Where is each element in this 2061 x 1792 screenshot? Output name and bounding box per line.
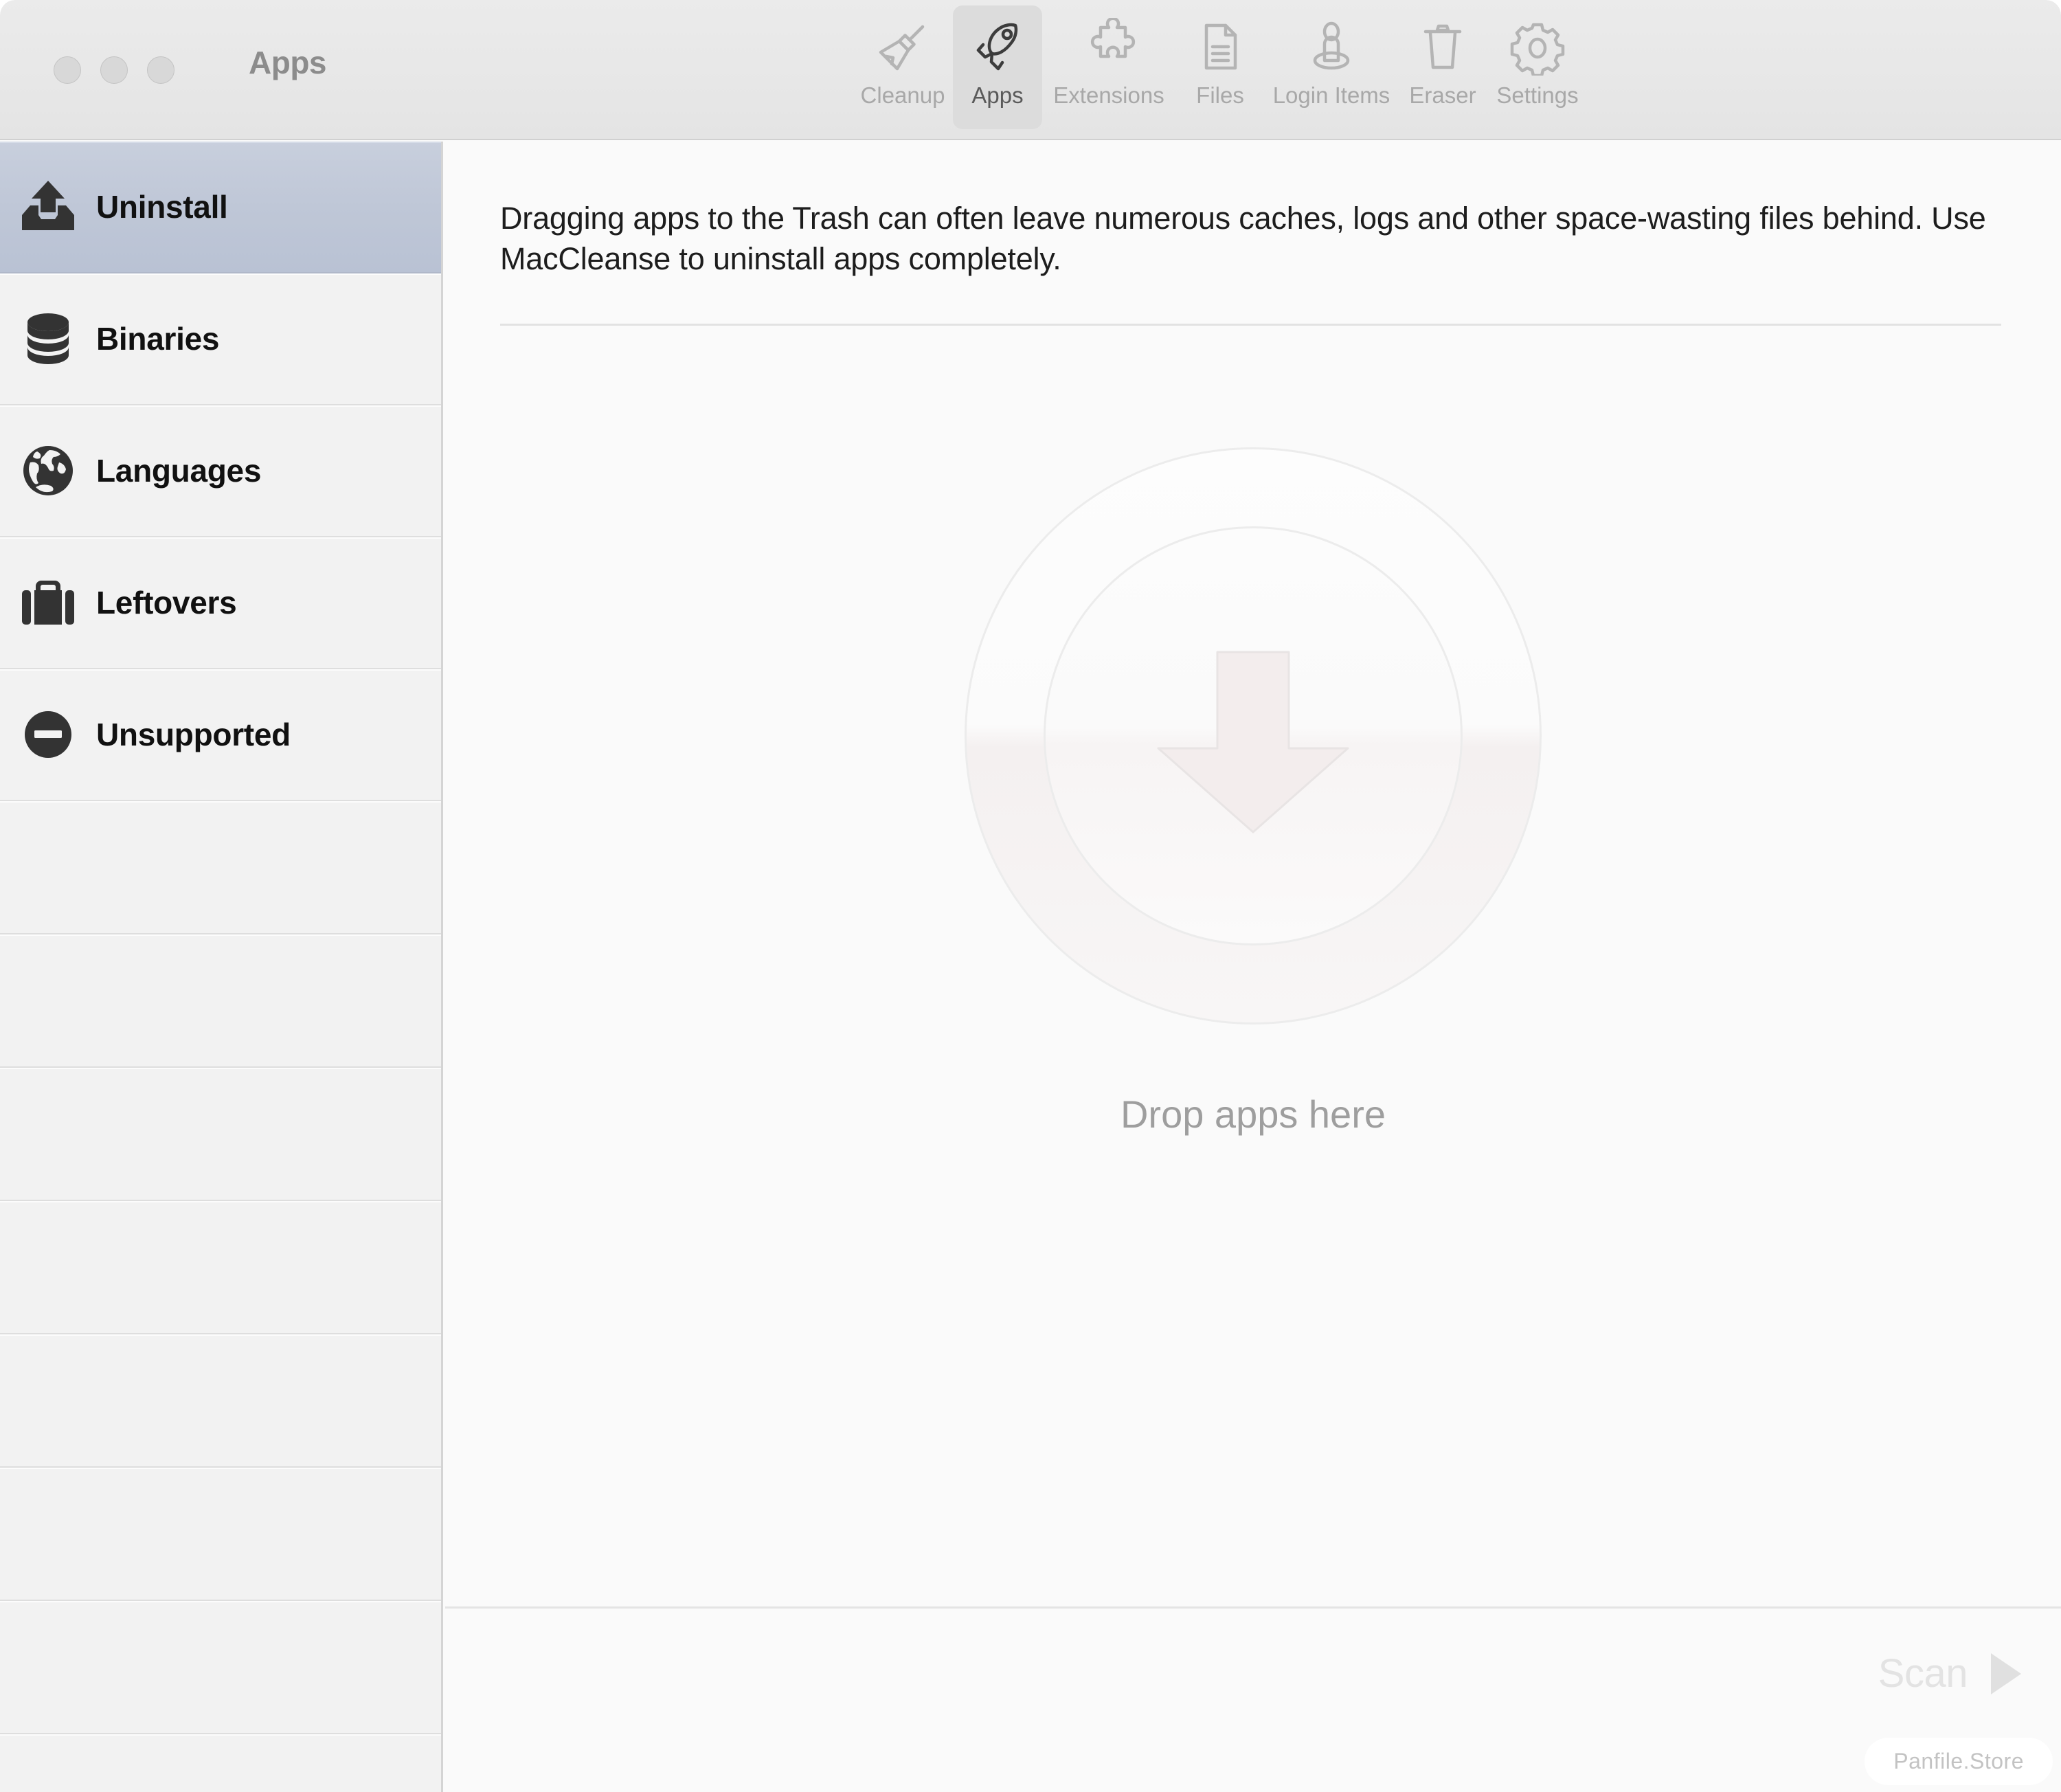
- toolbar-item-settings[interactable]: Settings: [1493, 5, 1582, 129]
- description-text: Dragging apps to the Trash can often lea…: [500, 201, 1986, 277]
- close-button[interactable]: [54, 56, 81, 84]
- trash-icon: [1414, 18, 1472, 76]
- sidebar: Uninstall Binaries Languages Leftovers U…: [0, 142, 443, 1792]
- sidebar-empty-row: [0, 1201, 441, 1334]
- briefcase-icon: [15, 570, 81, 636]
- sidebar-label-unsupported: Unsupported: [96, 717, 291, 752]
- toolbar-item-files[interactable]: Files: [1175, 5, 1265, 129]
- sidebar-item-uninstall[interactable]: Uninstall: [0, 142, 441, 273]
- toolbar-label-eraser: Eraser: [1409, 82, 1476, 108]
- sidebar-label-languages: Languages: [96, 453, 262, 489]
- sidebar-item-binaries[interactable]: Binaries: [0, 273, 441, 405]
- sidebar-empty-row: [0, 1334, 441, 1468]
- gear-icon: [1509, 18, 1566, 76]
- down-arrow-icon: [1157, 651, 1349, 833]
- sidebar-label-leftovers: Leftovers: [96, 585, 237, 620]
- sidebar-empty-row: [0, 1468, 441, 1601]
- tray-up-arrow-icon: [15, 174, 81, 240]
- toolbar-label-apps: Apps: [971, 82, 1024, 108]
- rocket-icon: [969, 18, 1026, 76]
- scan-button[interactable]: Scan: [1878, 1650, 2021, 1696]
- main-content: Dragging apps to the Trash can often lea…: [445, 142, 2061, 1792]
- drop-target-circle[interactable]: [965, 447, 1542, 1024]
- toolbar-item-cleanup[interactable]: Cleanup: [858, 5, 947, 129]
- footer-divider: [445, 1606, 2061, 1609]
- play-triangle-icon: [1991, 1653, 2021, 1694]
- title-bar: Apps Cleanup Apps Extensions Files Login…: [0, 0, 2061, 140]
- broom-icon: [874, 18, 932, 76]
- toolbar-item-extensions[interactable]: Extensions: [1048, 5, 1170, 129]
- description-divider: [500, 324, 2001, 326]
- window-title: Apps: [249, 45, 327, 80]
- toolbar-item-eraser[interactable]: Eraser: [1398, 5, 1487, 129]
- database-icon: [15, 306, 81, 372]
- sidebar-empty-row: [0, 1068, 441, 1201]
- sidebar-label-uninstall: Uninstall: [96, 189, 228, 225]
- sidebar-empty-row: [0, 1734, 441, 1792]
- toolbar-label-extensions: Extensions: [1053, 82, 1164, 108]
- toolbar-item-login-items[interactable]: Login Items: [1270, 5, 1393, 129]
- toolbar-item-apps[interactable]: Apps: [953, 5, 1042, 129]
- zoom-button[interactable]: [147, 56, 174, 84]
- scan-label: Scan: [1878, 1651, 1968, 1696]
- app-window: Apps Cleanup Apps Extensions Files Login…: [0, 0, 2061, 1792]
- drop-label: Drop apps here: [1120, 1093, 1386, 1136]
- toolbar-label-cleanup: Cleanup: [860, 82, 945, 108]
- toolbar: Cleanup Apps Extensions Files Login Item…: [855, 5, 1585, 129]
- minimize-button[interactable]: [100, 56, 128, 84]
- drop-zone[interactable]: Drop apps here: [445, 341, 2061, 1550]
- sidebar-empty-row: [0, 801, 441, 934]
- sidebar-item-languages[interactable]: Languages: [0, 405, 441, 537]
- sidebar-empty-row: [0, 934, 441, 1068]
- sidebar-item-leftovers[interactable]: Leftovers: [0, 537, 441, 669]
- document-icon: [1191, 18, 1249, 76]
- toolbar-label-files: Files: [1196, 82, 1244, 108]
- minus-circle-icon: [15, 702, 81, 768]
- globe-icon: [15, 438, 81, 504]
- person-icon: [1303, 18, 1360, 76]
- traffic-light-group: [54, 56, 174, 84]
- toolbar-label-login-items: Login Items: [1272, 82, 1390, 108]
- sidebar-empty-row: [0, 1601, 441, 1734]
- watermark: Panfile.Store: [1865, 1738, 2053, 1785]
- sidebar-item-unsupported[interactable]: Unsupported: [0, 669, 441, 801]
- toolbar-label-settings: Settings: [1496, 82, 1579, 108]
- sidebar-label-binaries: Binaries: [96, 321, 220, 357]
- puzzle-icon: [1080, 18, 1138, 76]
